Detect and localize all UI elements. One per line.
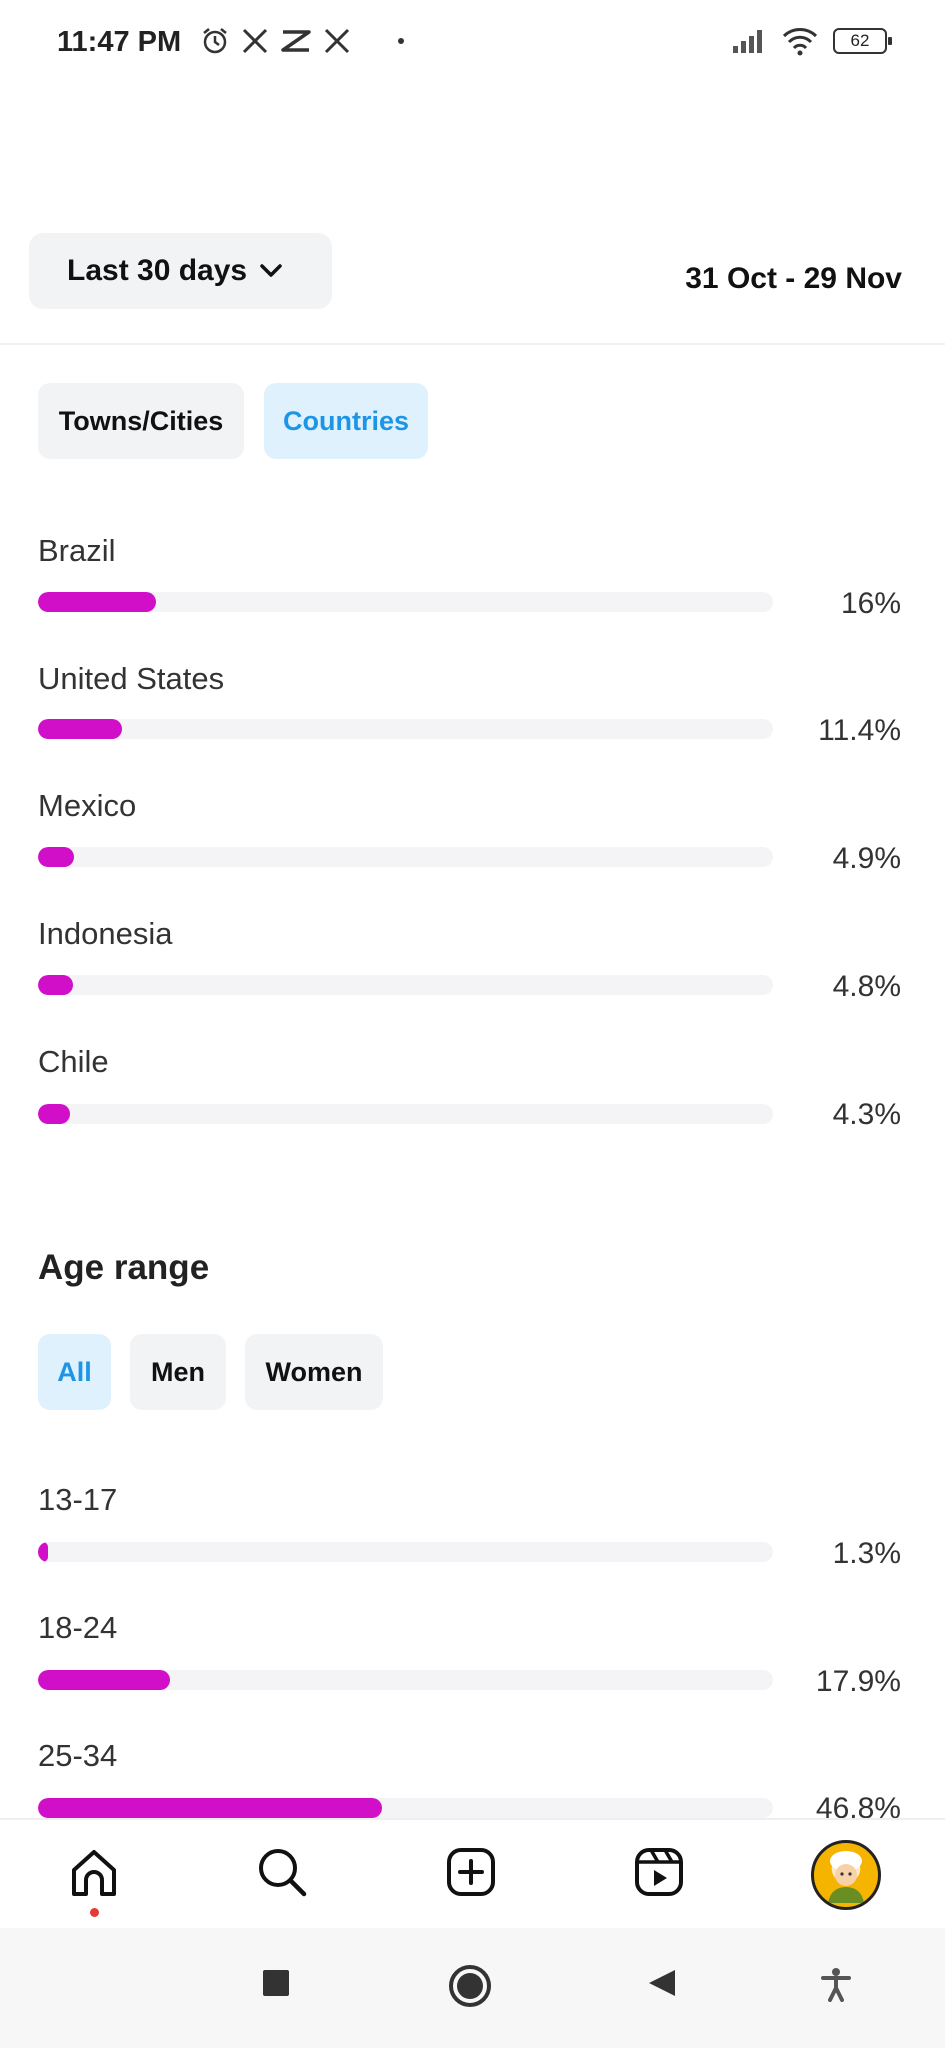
progress-fill bbox=[38, 1104, 70, 1124]
tab-label: Countries bbox=[282, 405, 409, 436]
progress-fill bbox=[38, 1542, 48, 1562]
progress-track bbox=[38, 719, 773, 739]
tab-label: Women bbox=[265, 1356, 363, 1387]
date-range-text: 31 Oct - 29 Nov bbox=[685, 262, 902, 295]
tab-label: Men bbox=[151, 1356, 205, 1387]
x-icon bbox=[242, 28, 268, 54]
status-system-icons: 62 bbox=[731, 26, 892, 56]
percentage: 1.3% bbox=[832, 1537, 901, 1570]
reels-icon[interactable] bbox=[627, 1840, 691, 1904]
age-range-label: 13-17 bbox=[38, 1482, 118, 1517]
wifi-icon bbox=[782, 28, 818, 56]
section-title-age-range: Age range bbox=[38, 1248, 210, 1287]
home-icon[interactable] bbox=[62, 1840, 126, 1904]
x-icon bbox=[324, 28, 350, 54]
progress-track bbox=[38, 1670, 773, 1690]
percentage: 11.4% bbox=[818, 714, 901, 747]
recents-button[interactable] bbox=[261, 1968, 291, 1998]
percentage: 17.9% bbox=[815, 1665, 901, 1698]
progress-track bbox=[38, 1798, 773, 1818]
notification-dot bbox=[90, 1908, 99, 1917]
country-name: Mexico bbox=[38, 788, 137, 823]
tab-countries[interactable]: Countries bbox=[264, 383, 428, 459]
date-range-dropdown[interactable]: Last 30 days bbox=[29, 233, 332, 309]
alarm-icon bbox=[203, 28, 227, 54]
progress-track bbox=[38, 1104, 773, 1124]
age-range-label: 25-34 bbox=[38, 1738, 118, 1773]
percentage: 16% bbox=[840, 587, 901, 620]
header-divider bbox=[0, 343, 945, 345]
signal-icon bbox=[733, 30, 762, 53]
search-icon[interactable] bbox=[250, 1840, 314, 1904]
country-name: Chile bbox=[38, 1044, 109, 1079]
bottom-nav bbox=[0, 1818, 945, 1926]
progress-fill bbox=[38, 1798, 382, 1818]
progress-fill bbox=[38, 975, 74, 995]
battery-indicator: 62 bbox=[833, 28, 892, 54]
home-button[interactable] bbox=[448, 1964, 492, 2008]
status-time: 11:47 PM bbox=[57, 26, 182, 58]
progress-fill bbox=[38, 719, 122, 739]
progress-fill bbox=[38, 847, 74, 867]
avatar-image bbox=[828, 1851, 864, 1903]
date-range-label: Last 30 days bbox=[67, 254, 248, 287]
progress-track bbox=[38, 1542, 773, 1562]
progress-fill bbox=[38, 592, 156, 612]
chevron-down-icon bbox=[260, 264, 282, 277]
country-name: Indonesia bbox=[38, 916, 173, 951]
progress-track bbox=[38, 975, 773, 995]
tab-label: Towns/Cities bbox=[58, 405, 224, 436]
more-notifications-dot bbox=[398, 38, 404, 44]
tab-towns-cities[interactable]: Towns/Cities bbox=[38, 383, 244, 459]
country-name: Brazil bbox=[38, 533, 116, 568]
accessibility-icon[interactable] bbox=[820, 1968, 852, 2002]
progress-fill bbox=[38, 1670, 170, 1690]
create-icon[interactable] bbox=[439, 1840, 503, 1904]
system-nav-bar bbox=[0, 1928, 945, 2048]
tab-women[interactable]: Women bbox=[245, 1334, 383, 1410]
age-range-label: 18-24 bbox=[38, 1610, 118, 1645]
progress-track bbox=[38, 592, 773, 612]
status-bar: 11:47 PM 62 bbox=[0, 0, 945, 88]
percentage: 4.8% bbox=[832, 970, 901, 1003]
percentage: 4.3% bbox=[832, 1098, 901, 1131]
capcut-icon bbox=[281, 30, 311, 52]
back-button[interactable] bbox=[647, 1968, 677, 1998]
profile-avatar[interactable] bbox=[811, 1840, 881, 1910]
tab-all[interactable]: All bbox=[38, 1334, 111, 1410]
status-notification-icons bbox=[200, 26, 404, 56]
progress-track bbox=[38, 847, 773, 867]
tab-label: All bbox=[57, 1356, 92, 1387]
tab-men[interactable]: Men bbox=[130, 1334, 226, 1410]
country-name: United States bbox=[38, 661, 225, 696]
percentage: 4.9% bbox=[832, 842, 901, 875]
battery-level: 62 bbox=[850, 31, 870, 50]
